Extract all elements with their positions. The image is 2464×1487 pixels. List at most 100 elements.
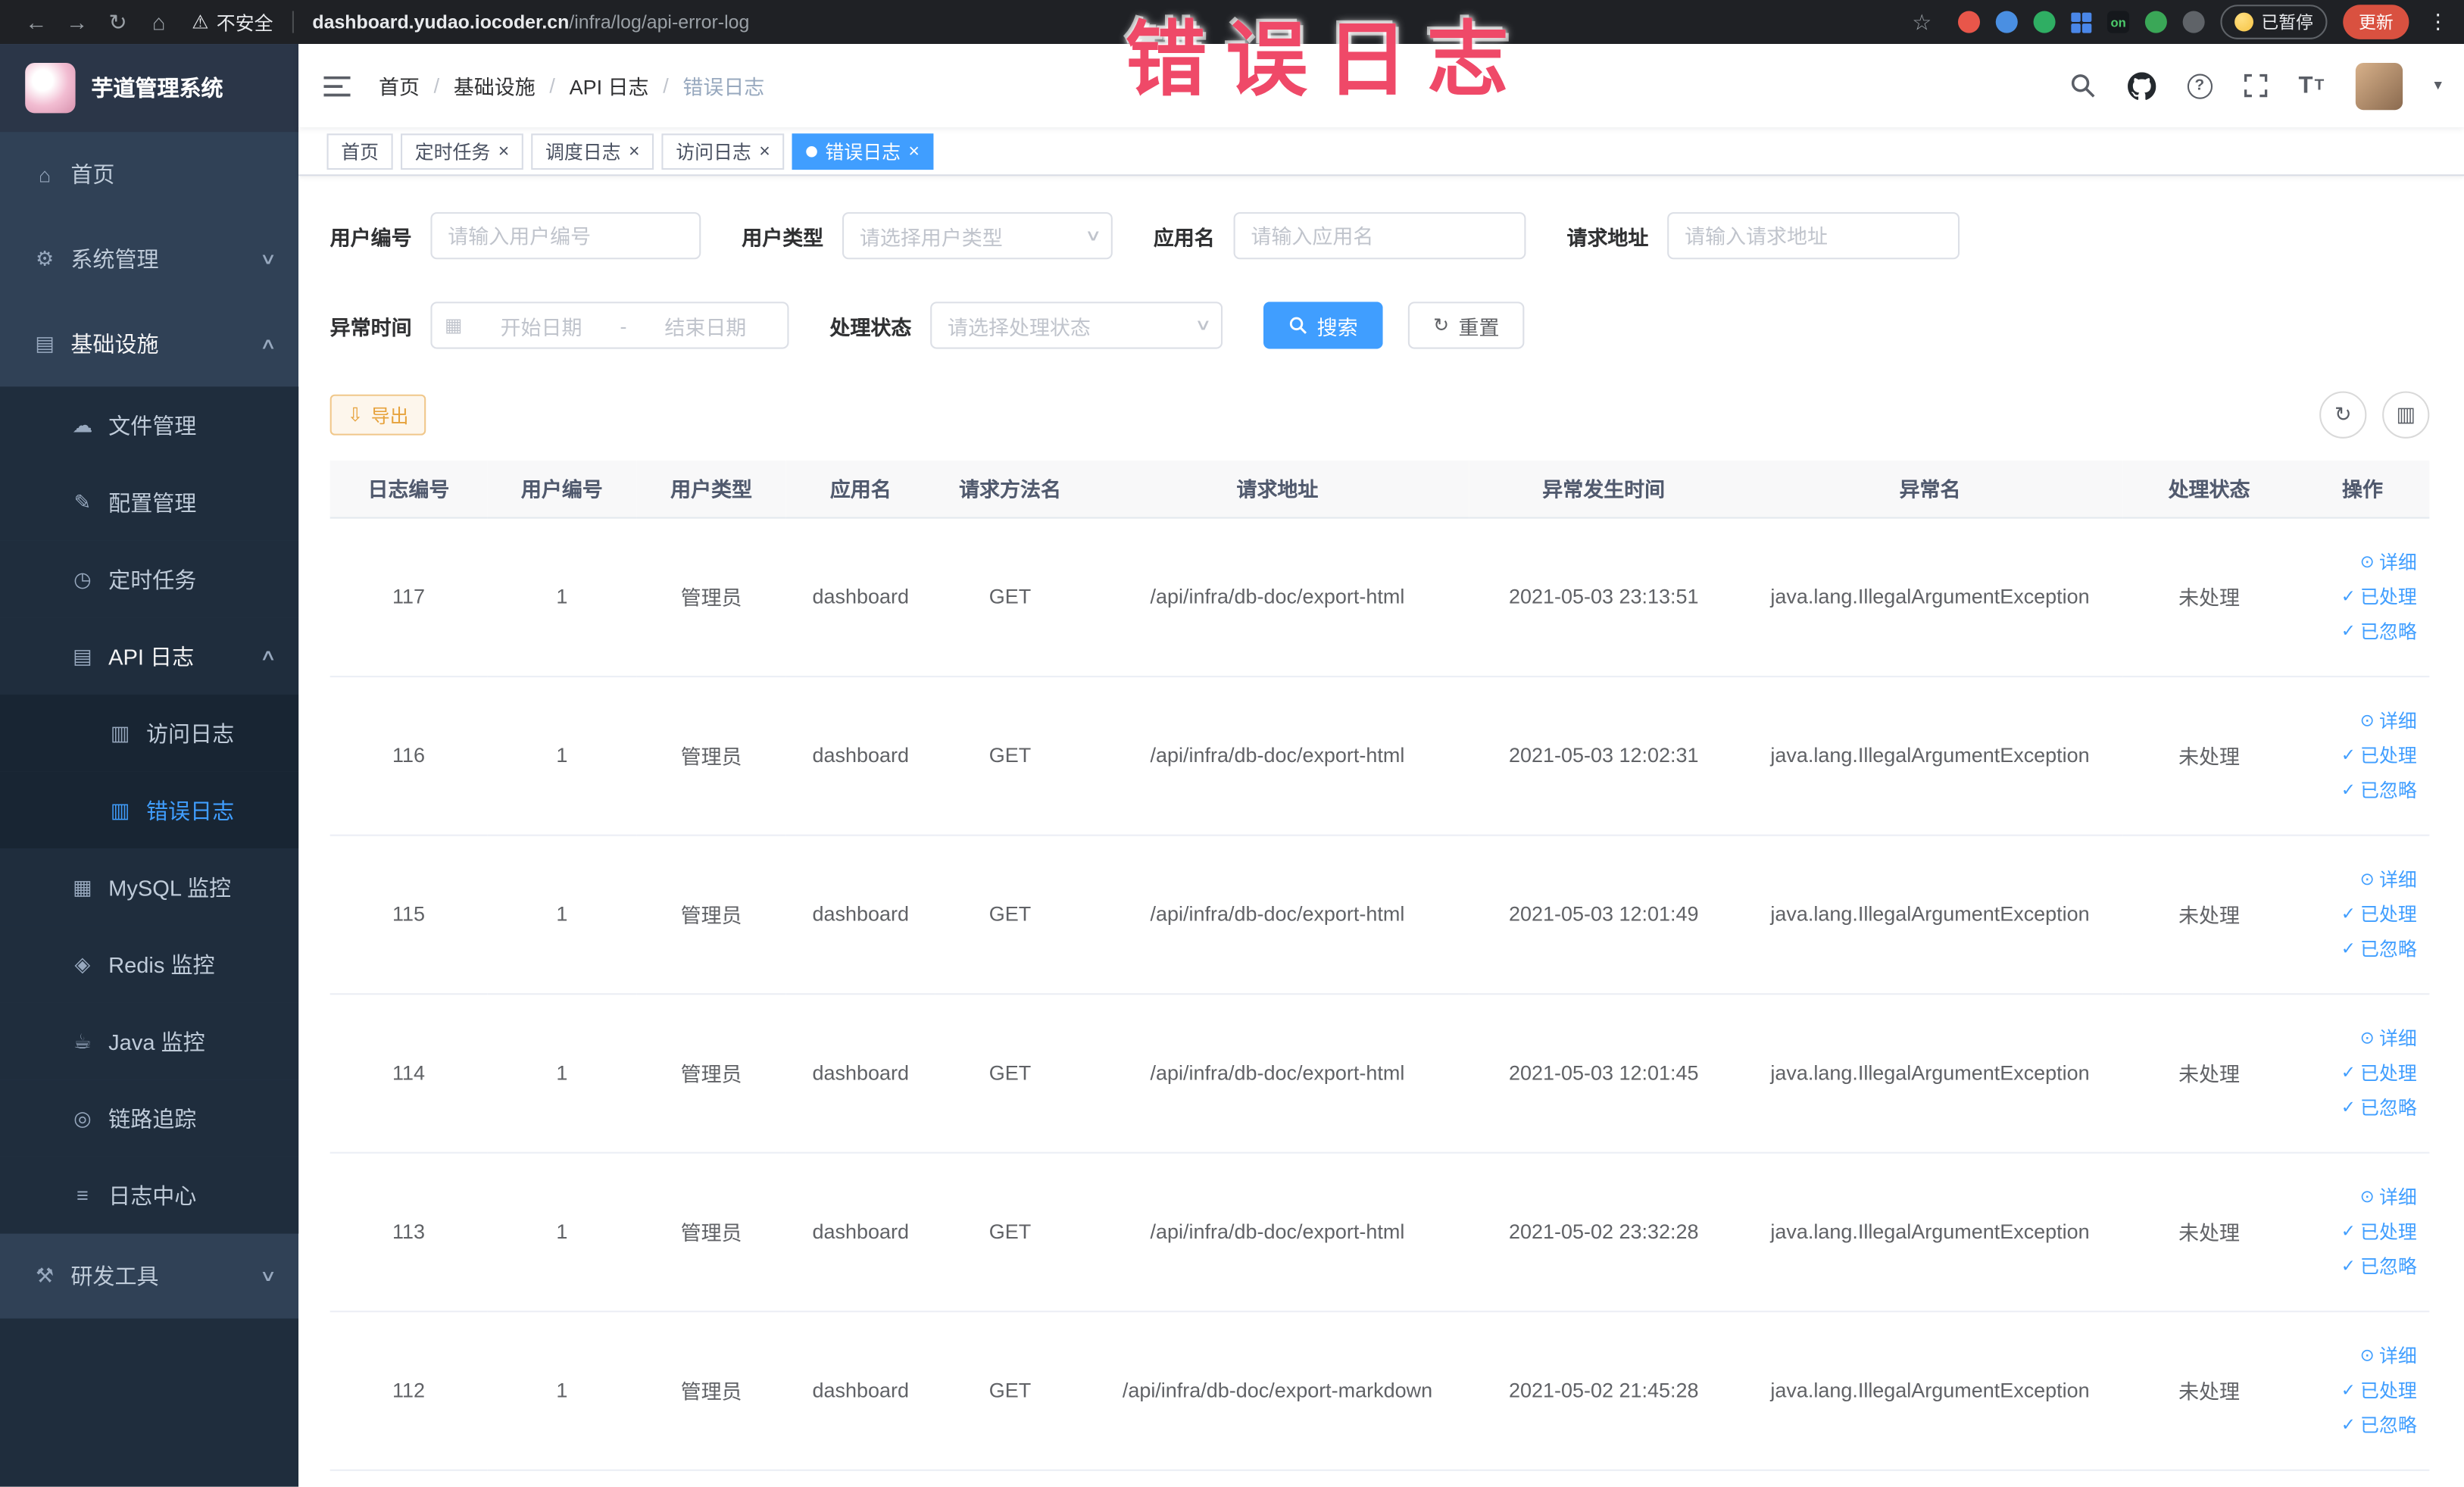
sidebar-item-java-monitor[interactable]: ☕ Java 监控	[0, 1002, 299, 1080]
extension-icon[interactable]	[1957, 11, 1981, 33]
process-status-select[interactable]: 请选择处理状态 ∨	[930, 301, 1223, 349]
page-url[interactable]: dashboard.yudao.iocoder.cn/infra/log/api…	[312, 11, 749, 33]
fullscreen-icon[interactable]	[2244, 73, 2267, 98]
cell-method: GET	[935, 1310, 1085, 1470]
extension-grid-icon[interactable]	[2071, 11, 2092, 33]
caret-down-icon[interactable]: ▾	[2434, 77, 2442, 95]
detail-link[interactable]: ⊙ 详细	[2360, 548, 2417, 575]
cell-operations: ⊙ 详细 ✓ 已处理 ✓ 已忽略	[2295, 834, 2430, 995]
mark-processed-link[interactable]: ✓ 已处理	[2341, 742, 2417, 768]
sidebar-item-error-log[interactable]: ▥ 错误日志	[0, 771, 299, 849]
sidebar-item-file-management[interactable]: ☁ 文件管理	[0, 386, 299, 464]
sidebar-item-access-log[interactable]: ▥ 访问日志	[0, 694, 299, 772]
close-icon[interactable]: ×	[498, 142, 510, 161]
search-button[interactable]: 搜索	[1263, 301, 1383, 349]
hamburger-icon[interactable]	[323, 75, 351, 97]
mark-processed-link[interactable]: ✓ 已处理	[2341, 583, 2417, 610]
breadcrumb-api-log[interactable]: API 日志	[570, 70, 649, 100]
tab-access-log[interactable]: 访问日志 ×	[661, 133, 785, 170]
close-icon[interactable]: ×	[629, 142, 640, 161]
mark-processed-link[interactable]: ✓ 已处理	[2341, 1376, 2417, 1403]
breadcrumb: 首页 / 基础设施 / API 日志 / 错误日志	[379, 70, 764, 100]
detail-link[interactable]: ⊙ 详细	[2360, 1342, 2417, 1369]
close-icon[interactable]: ×	[908, 142, 920, 161]
table-toolbar: ⇩ 导出 ↻ ▥	[329, 391, 2430, 439]
paused-pill[interactable]: 已暂停	[2220, 5, 2328, 39]
tab-scheduled-jobs[interactable]: 定时任务 ×	[401, 133, 523, 170]
cell-time: 2021-05-02 21:45:28	[1469, 1310, 1738, 1470]
check-icon: ✓	[2341, 781, 2356, 800]
mark-ignored-link[interactable]: ✓ 已忽略	[2341, 935, 2417, 961]
sidebar-item-link-tracing[interactable]: ◎ 链路追踪	[0, 1079, 299, 1157]
export-button[interactable]: ⇩ 导出	[329, 394, 426, 436]
breadcrumb-infra[interactable]: 基础设施	[454, 70, 536, 100]
sidebar-item-mysql-monitor[interactable]: ▦ MySQL 监控	[0, 848, 299, 926]
mark-processed-link[interactable]: ✓ 已处理	[2341, 901, 2417, 927]
extension-leaf-icon[interactable]	[2144, 11, 2167, 33]
user-avatar[interactable]	[2355, 61, 2403, 110]
document-icon: ▥	[110, 797, 130, 821]
font-size-icon[interactable]: TT	[2299, 72, 2325, 98]
tab-home[interactable]: 首页	[326, 133, 393, 170]
mark-ignored-link[interactable]: ✓ 已忽略	[2341, 1411, 2417, 1438]
back-icon[interactable]: ←	[16, 9, 57, 34]
sidebar-item-log-center[interactable]: ≡ 日志中心	[0, 1156, 299, 1234]
sidebar-item-redis-monitor[interactable]: ◈ Redis 监控	[0, 925, 299, 1003]
search-icon[interactable]	[2069, 72, 2096, 98]
column-header-user-id: 用户编号	[487, 460, 637, 518]
paused-label: 已暂停	[2261, 14, 2313, 33]
mark-ignored-link[interactable]: ✓ 已忽略	[2341, 1094, 2417, 1120]
breadcrumb-home[interactable]: 首页	[379, 70, 420, 100]
extension-paw-icon[interactable]	[2182, 11, 2205, 33]
forward-icon[interactable]: →	[57, 9, 98, 34]
extension-icon[interactable]	[1995, 11, 2018, 33]
sidebar-item-system[interactable]: ⚙ 系统管理 ∨	[0, 217, 298, 301]
sidebar-item-label: 定时任务	[108, 566, 197, 592]
close-icon[interactable]: ×	[759, 142, 770, 161]
user-type-select[interactable]: 请选择用户类型 ∨	[842, 212, 1113, 260]
mark-processed-link[interactable]: ✓ 已处理	[2341, 1059, 2417, 1086]
mark-ignored-link[interactable]: ✓ 已忽略	[2341, 1252, 2417, 1279]
column-settings-button[interactable]: ▥	[2382, 391, 2430, 439]
extension-on-icon[interactable]: on	[2107, 11, 2130, 33]
table-row: 116 1 管理员 dashboard GET /api/infra/db-do…	[329, 676, 2430, 836]
help-icon[interactable]: ?	[2187, 73, 2213, 98]
sidebar-item-config-management[interactable]: ✎ 配置管理	[0, 464, 299, 541]
sidebar-item-dev-tools[interactable]: ⚒ 研发工具 ∨	[0, 1234, 298, 1319]
sidebar-item-label: 访问日志	[145, 720, 235, 746]
mark-processed-link[interactable]: ✓ 已处理	[2341, 1218, 2417, 1245]
tab-schedule-log[interactable]: 调度日志 ×	[531, 133, 654, 170]
sidebar-item-infra[interactable]: ▤ 基础设施 ∧	[0, 301, 298, 386]
update-browser-button[interactable]: 更新	[2343, 5, 2409, 39]
browser-menu-icon[interactable]: ⋮	[2428, 9, 2448, 34]
date-range-picker[interactable]: ▦ 开始日期 - 结束日期	[430, 301, 789, 349]
user-id-input[interactable]	[430, 212, 701, 260]
detail-link[interactable]: ⊙ 详细	[2360, 1025, 2417, 1051]
refresh-button[interactable]: ↻	[2319, 391, 2367, 439]
cell-url: /api/infra/db-doc/export-html	[1085, 1151, 1470, 1312]
security-indicator[interactable]: ⚠ 不安全	[192, 8, 273, 35]
cell-url: /api/infra/db-doc/export-markdown	[1085, 1310, 1470, 1470]
home-nav-icon[interactable]: ⌂	[139, 9, 180, 34]
bookmark-star-icon[interactable]: ☆	[1901, 8, 1942, 35]
detail-link[interactable]: ⊙ 详细	[2360, 1183, 2417, 1210]
extension-icon[interactable]	[2033, 11, 2056, 33]
reload-icon[interactable]: ↻	[98, 8, 139, 35]
detail-link[interactable]: ⊙ 详细	[2360, 866, 2417, 892]
sidebar-item-api-log[interactable]: ▤ API 日志 ∧	[0, 617, 299, 695]
cell-exception: java.lang.IllegalArgumentException	[1737, 1310, 2123, 1470]
mark-ignored-link[interactable]: ✓ 已忽略	[2341, 617, 2417, 644]
sidebar-item-home[interactable]: ⌂ 首页	[0, 132, 298, 217]
sidebar-item-scheduled-jobs[interactable]: ◷ 定时任务	[0, 540, 299, 618]
request-url-input[interactable]	[1667, 212, 1960, 260]
address-divider	[292, 11, 294, 33]
reset-button[interactable]: ↻ 重置	[1407, 301, 1525, 349]
detail-link[interactable]: ⊙ 详细	[2360, 708, 2417, 734]
cell-user-id: 1	[487, 517, 637, 677]
app-name-input[interactable]	[1233, 212, 1526, 260]
github-icon[interactable]	[2127, 71, 2156, 99]
tab-error-log[interactable]: 错误日志 ×	[792, 133, 934, 170]
app-logo[interactable]: 芋道管理系统	[0, 44, 299, 133]
mark-ignored-link[interactable]: ✓ 已忽略	[2341, 776, 2417, 803]
address-bar[interactable]: ⚠ 不安全 dashboard.yudao.iocoder.cn/infra/l…	[192, 8, 1901, 35]
